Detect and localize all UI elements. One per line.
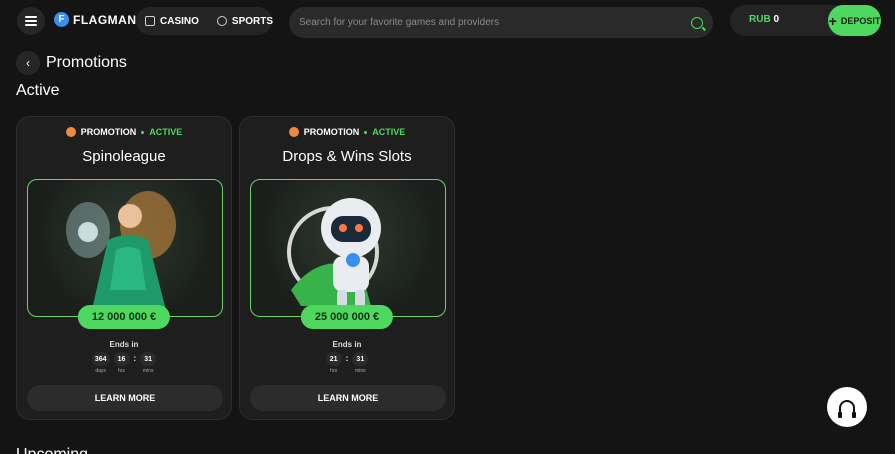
timer-hours-unit: hrs bbox=[118, 368, 125, 374]
timer-minutes-value: 31 bbox=[352, 352, 369, 366]
timer-hours-value: 16 bbox=[113, 352, 130, 366]
nav-sports-label: SPORTS bbox=[231, 15, 274, 27]
logo-text: FLAGMAN bbox=[73, 12, 137, 27]
promotion-icon bbox=[288, 127, 299, 137]
timer-days-unit: days bbox=[95, 368, 106, 374]
section-title-active: Active bbox=[16, 82, 60, 99]
card-meta: PROMOTION ACTIVE bbox=[17, 127, 231, 137]
sorceress-illustration bbox=[66, 191, 176, 316]
promotion-image[interactable] bbox=[250, 179, 446, 317]
dot-separator bbox=[141, 130, 145, 134]
countdown-timer: 21 hrs : 31 mins bbox=[240, 352, 454, 374]
promotion-image[interactable] bbox=[27, 179, 223, 317]
promotion-card: PROMOTION ACTIVE Spinoleague 12 000 000 … bbox=[16, 116, 232, 420]
status-badge: ACTIVE bbox=[149, 127, 183, 137]
deposit-label: DEPOSIT bbox=[840, 15, 881, 26]
nav-casino[interactable]: CASINO bbox=[136, 7, 208, 35]
timer-minutes-value: 31 bbox=[140, 352, 157, 366]
timer-hours-unit: hrs bbox=[330, 368, 338, 374]
timer-minutes-unit: mins bbox=[355, 368, 366, 374]
main-nav: CASINO SPORTS bbox=[136, 7, 273, 35]
hamburger-icon bbox=[25, 16, 37, 26]
card-title: Spinoleague bbox=[82, 148, 166, 165]
section-title-upcoming: Upcoming bbox=[16, 446, 88, 454]
status-badge: ACTIVE bbox=[372, 127, 406, 137]
learn-more-button[interactable]: LEARN MORE bbox=[27, 385, 223, 411]
balance[interactable]: RUB 0 bbox=[749, 14, 779, 25]
search-bar bbox=[289, 7, 713, 38]
timer-minutes: 31 mins bbox=[352, 352, 369, 374]
prize-amount: 12 000 000 € bbox=[77, 305, 171, 329]
sports-ball-icon bbox=[216, 16, 227, 26]
chevron-left-icon: ‹ bbox=[26, 56, 30, 70]
promotion-card: PROMOTION ACTIVE Drops & Wins Slots 25 0… bbox=[239, 116, 455, 420]
nav-sports[interactable]: SPORTS bbox=[208, 7, 282, 35]
support-chat-button[interactable] bbox=[827, 387, 867, 427]
headset-icon bbox=[838, 400, 856, 418]
logo[interactable]: F FLAGMAN bbox=[54, 12, 137, 27]
timer-minutes-unit: mins bbox=[142, 368, 154, 374]
ends-in-label: Ends in bbox=[332, 340, 362, 349]
card-title: Drops & Wins Slots bbox=[282, 148, 412, 165]
timer-minutes: 31 mins bbox=[140, 352, 157, 374]
deposit-button[interactable]: + DEPOSIT bbox=[828, 5, 881, 36]
timer-days-value: 364 bbox=[91, 352, 110, 366]
dot-separator bbox=[364, 130, 368, 134]
timer-hours: 21 hrs bbox=[325, 352, 342, 374]
timer-days: 364 days bbox=[91, 352, 110, 374]
card-category: PROMOTION bbox=[303, 127, 360, 137]
logo-mark-icon: F bbox=[54, 12, 69, 27]
nav-casino-label: CASINO bbox=[160, 15, 199, 27]
casino-icon bbox=[145, 16, 155, 26]
timer-colon: : bbox=[345, 354, 349, 363]
timer-hours-value: 21 bbox=[325, 352, 342, 366]
promotion-icon bbox=[65, 127, 76, 137]
page-title: Promotions bbox=[46, 54, 127, 71]
countdown-timer: 364 days 16 hrs : 31 mins bbox=[17, 352, 231, 374]
ends-in-label: Ends in bbox=[109, 340, 139, 349]
timer-colon: : bbox=[133, 354, 137, 363]
back-button[interactable]: ‹ bbox=[16, 51, 40, 75]
astronaut-illustration bbox=[287, 198, 381, 308]
menu-button[interactable] bbox=[17, 7, 45, 35]
plus-icon: + bbox=[828, 12, 837, 29]
balance-value: 0 bbox=[773, 14, 780, 25]
search-input[interactable] bbox=[299, 17, 691, 28]
search-icon[interactable] bbox=[691, 16, 703, 29]
balance-currency: RUB bbox=[749, 14, 771, 25]
timer-hours: 16 hrs bbox=[113, 352, 130, 374]
prize-amount: 25 000 000 € bbox=[300, 305, 394, 329]
learn-more-button[interactable]: LEARN MORE bbox=[250, 385, 446, 411]
card-meta: PROMOTION ACTIVE bbox=[240, 127, 454, 137]
top-header: F FLAGMAN CASINO SPORTS RUB 0 + DEPOSIT bbox=[0, 0, 895, 44]
card-category: PROMOTION bbox=[80, 127, 137, 137]
